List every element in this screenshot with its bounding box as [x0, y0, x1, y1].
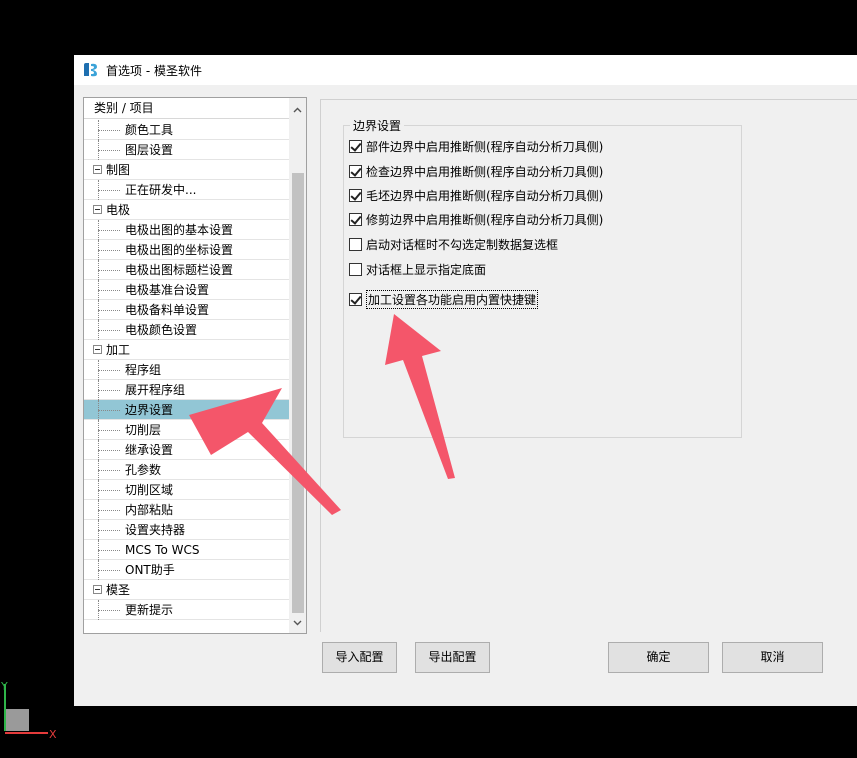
y-axis-label: Y [0, 680, 8, 693]
annotation-arrows [189, 314, 455, 515]
axis-origin-cube [5, 709, 29, 731]
axis-triad: Y X [0, 680, 57, 741]
arrow-to-tree-item-icon [189, 388, 341, 515]
x-axis-label: X [49, 728, 57, 741]
arrow-to-checkbox-icon [385, 314, 455, 479]
